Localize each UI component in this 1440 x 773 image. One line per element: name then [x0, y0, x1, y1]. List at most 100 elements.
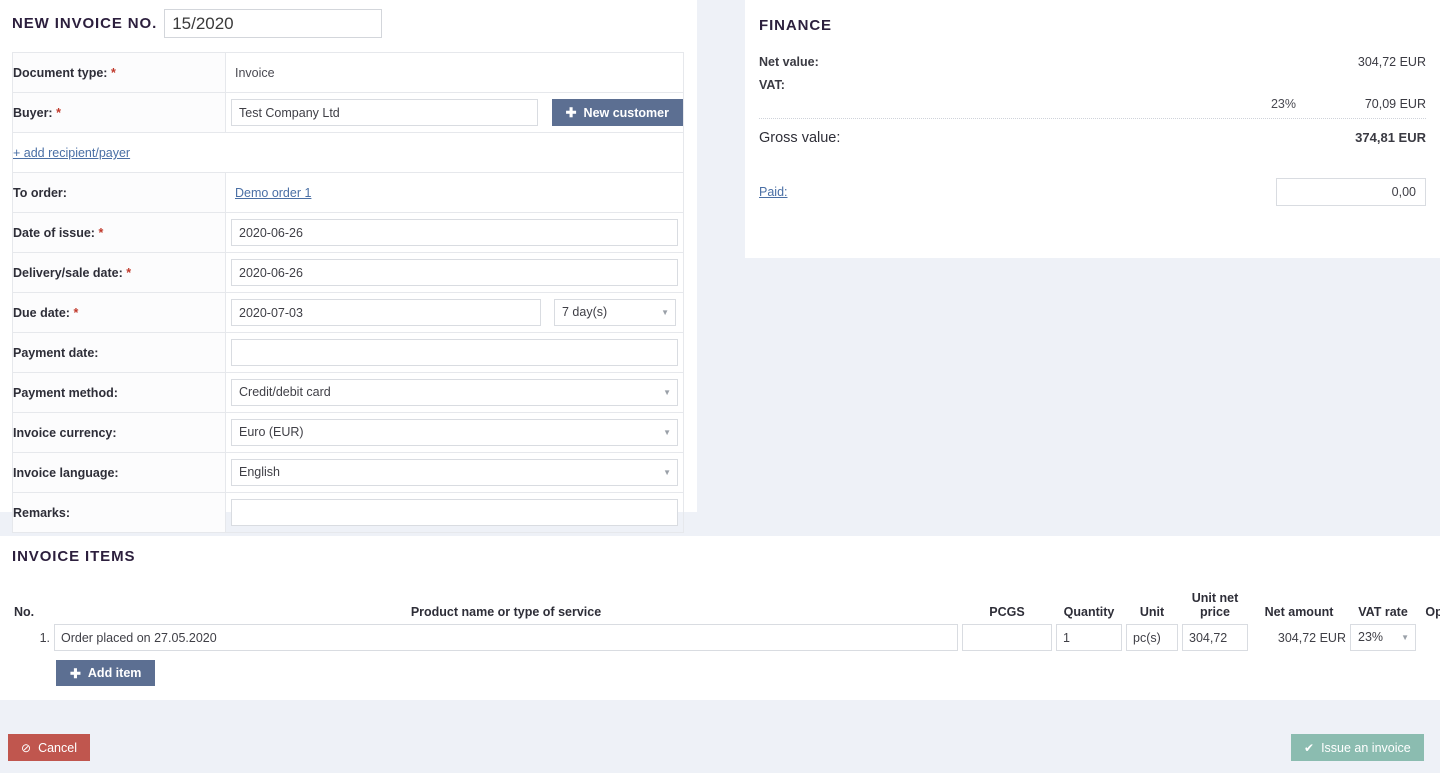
chevron-down-icon: ▼	[661, 307, 669, 317]
label-to-order-text: To order:	[13, 185, 67, 200]
row-remarks: Remarks:	[12, 492, 684, 533]
remarks-wrap	[226, 499, 683, 526]
label-buyer-text: Buyer:	[13, 105, 53, 120]
unit-net-price-input[interactable]	[1182, 624, 1248, 651]
paid-input[interactable]	[1276, 178, 1426, 206]
date-of-issue-input[interactable]	[231, 219, 678, 246]
plus-icon: ✚	[70, 665, 81, 681]
to-order-link[interactable]: Demo order 1	[235, 186, 311, 200]
row-due-date: Due date: * 7 day(s) ▼	[12, 292, 684, 333]
net-value-label: Net value:	[759, 55, 819, 69]
cell-payment-method: Credit/debit card ▼	[225, 372, 684, 413]
required-marker: *	[56, 105, 61, 120]
cancel-button[interactable]: ⊘ Cancel	[8, 734, 90, 761]
finance-panel: FINANCE Net value: 304,72 EUR VAT: 23% 7…	[745, 0, 1440, 258]
label-document-type-text: Document type:	[13, 65, 108, 80]
buyer-input[interactable]	[231, 99, 538, 126]
cell-remarks	[225, 492, 684, 533]
new-customer-button[interactable]: ✚ New customer	[551, 99, 683, 126]
cell-due-date: 7 day(s) ▼	[225, 292, 684, 333]
row-payment-method: Payment method: Credit/debit card ▼	[12, 372, 684, 413]
label-to-order: To order:	[12, 172, 226, 213]
row-delivery-date: Delivery/sale date: *	[12, 252, 684, 293]
plus-icon: ✚	[565, 105, 577, 120]
paid-link[interactable]: Paid:	[759, 185, 788, 199]
document-type-value: Invoice	[235, 65, 275, 80]
finance-title: FINANCE	[759, 17, 832, 34]
vat-label-row: VAT:	[759, 75, 1426, 94]
label-buyer: Buyer: *	[12, 92, 226, 133]
cell-buyer: ✚ New customer	[225, 92, 684, 133]
label-payment-method-text: Payment method:	[13, 385, 118, 400]
date-of-issue-wrap	[226, 219, 683, 246]
due-term-value: 7 day(s)	[562, 305, 608, 319]
label-invoice-language-text: Invoice language:	[13, 465, 119, 480]
add-item-label: Add item	[87, 666, 142, 680]
gross-value-row: Gross value: 374,81 EUR	[759, 119, 1426, 149]
delivery-date-input[interactable]	[231, 259, 678, 286]
row-buyer: Buyer: * ✚ New customer	[12, 92, 684, 133]
cell-net-amount: 304,72 EUR	[1277, 630, 1346, 645]
cell-delivery-date	[225, 252, 684, 293]
label-invoice-currency: Invoice currency:	[12, 412, 226, 453]
label-remarks-text: Remarks:	[13, 505, 70, 520]
chevron-down-icon: ▼	[663, 387, 671, 397]
required-marker: *	[73, 305, 79, 320]
cancel-label: Cancel	[38, 740, 77, 755]
vat-rate-select[interactable]: 23% ▼	[1350, 624, 1416, 651]
column-header-unit-net-price: Unit net price	[1191, 591, 1239, 619]
row-document-type: Document type: * Invoice	[12, 52, 684, 93]
payment-method-select[interactable]: Credit/debit card ▼	[231, 379, 678, 406]
invoice-language-select[interactable]: English ▼	[231, 459, 678, 486]
column-header-unit: Unit	[1139, 605, 1165, 619]
invoice-form-table: Document type: * Invoice Buyer: * Test C…	[12, 52, 684, 533]
form-header: NEW INVOICE NO.	[12, 0, 685, 38]
invoice-number-input[interactable]	[164, 9, 383, 38]
label-due-date: Due date: *	[12, 292, 226, 333]
add-item-button[interactable]: ✚ Add item	[56, 660, 156, 686]
required-marker: *	[110, 65, 116, 80]
label-invoice-currency-text: Invoice currency:	[13, 425, 117, 440]
net-value-amount: 304,72 EUR	[1357, 55, 1426, 69]
label-delivery-date-text: Delivery/sale date:	[13, 265, 123, 280]
cell-vat-rate: 23% ▼	[1348, 624, 1418, 651]
quantity-input[interactable]	[1056, 624, 1122, 651]
invoice-items-table: No. Product name or type of service PCGS…	[12, 591, 1440, 651]
pcgs-input[interactable]	[962, 624, 1052, 651]
label-due-date-text: Due date:	[13, 305, 70, 320]
product-name-input[interactable]	[54, 624, 958, 651]
invoice-currency-select[interactable]: Euro (EUR) ▼	[231, 419, 678, 446]
gross-value-amount: 374,81 EUR	[1355, 130, 1426, 145]
vat-amount-value: 70,09 EUR	[1364, 97, 1426, 111]
payment-date-wrap	[226, 339, 683, 366]
unit-input[interactable]	[1126, 624, 1178, 651]
invoice-language-value: English	[239, 465, 280, 479]
cell-quantity	[1054, 624, 1124, 651]
paid-row: Paid:	[759, 178, 1426, 206]
cell-invoice-currency: Euro (EUR) ▼	[225, 412, 684, 453]
invoice-items-title: INVOICE ITEMS	[12, 548, 136, 565]
payment-date-input[interactable]	[231, 339, 678, 366]
required-marker: *	[126, 265, 132, 280]
cell-document-type: Invoice	[225, 52, 684, 93]
delivery-date-wrap	[226, 259, 683, 286]
add-recipient-link[interactable]: + add recipient/payer	[13, 146, 130, 160]
invoice-currency-wrap: Euro (EUR) ▼	[226, 419, 683, 446]
cell-to-order: Demo order 1	[225, 172, 684, 213]
row-invoice-language: Invoice language: English ▼	[12, 452, 684, 493]
column-header-no: No.	[14, 605, 35, 619]
cell-invoice-language: English ▼	[225, 452, 684, 493]
cell-pcgs	[960, 624, 1054, 651]
remarks-input[interactable]	[231, 499, 678, 526]
page-title: NEW INVOICE NO.	[12, 15, 158, 32]
row-to-order: To order: Demo order 1	[12, 172, 684, 213]
issue-invoice-button[interactable]: ✔ Issue an invoice	[1291, 734, 1424, 761]
column-header-options: Options	[1425, 605, 1440, 619]
payment-method-value: Credit/debit card	[239, 385, 331, 399]
due-date-input[interactable]	[231, 299, 541, 326]
label-date-of-issue: Date of issue: *	[12, 212, 226, 253]
vat-label: VAT:	[759, 78, 785, 92]
cell-add-recipient: + add recipient/payer	[12, 132, 684, 173]
column-header-quantity: Quantity	[1063, 605, 1115, 619]
due-term-select[interactable]: 7 day(s) ▼	[554, 299, 676, 326]
